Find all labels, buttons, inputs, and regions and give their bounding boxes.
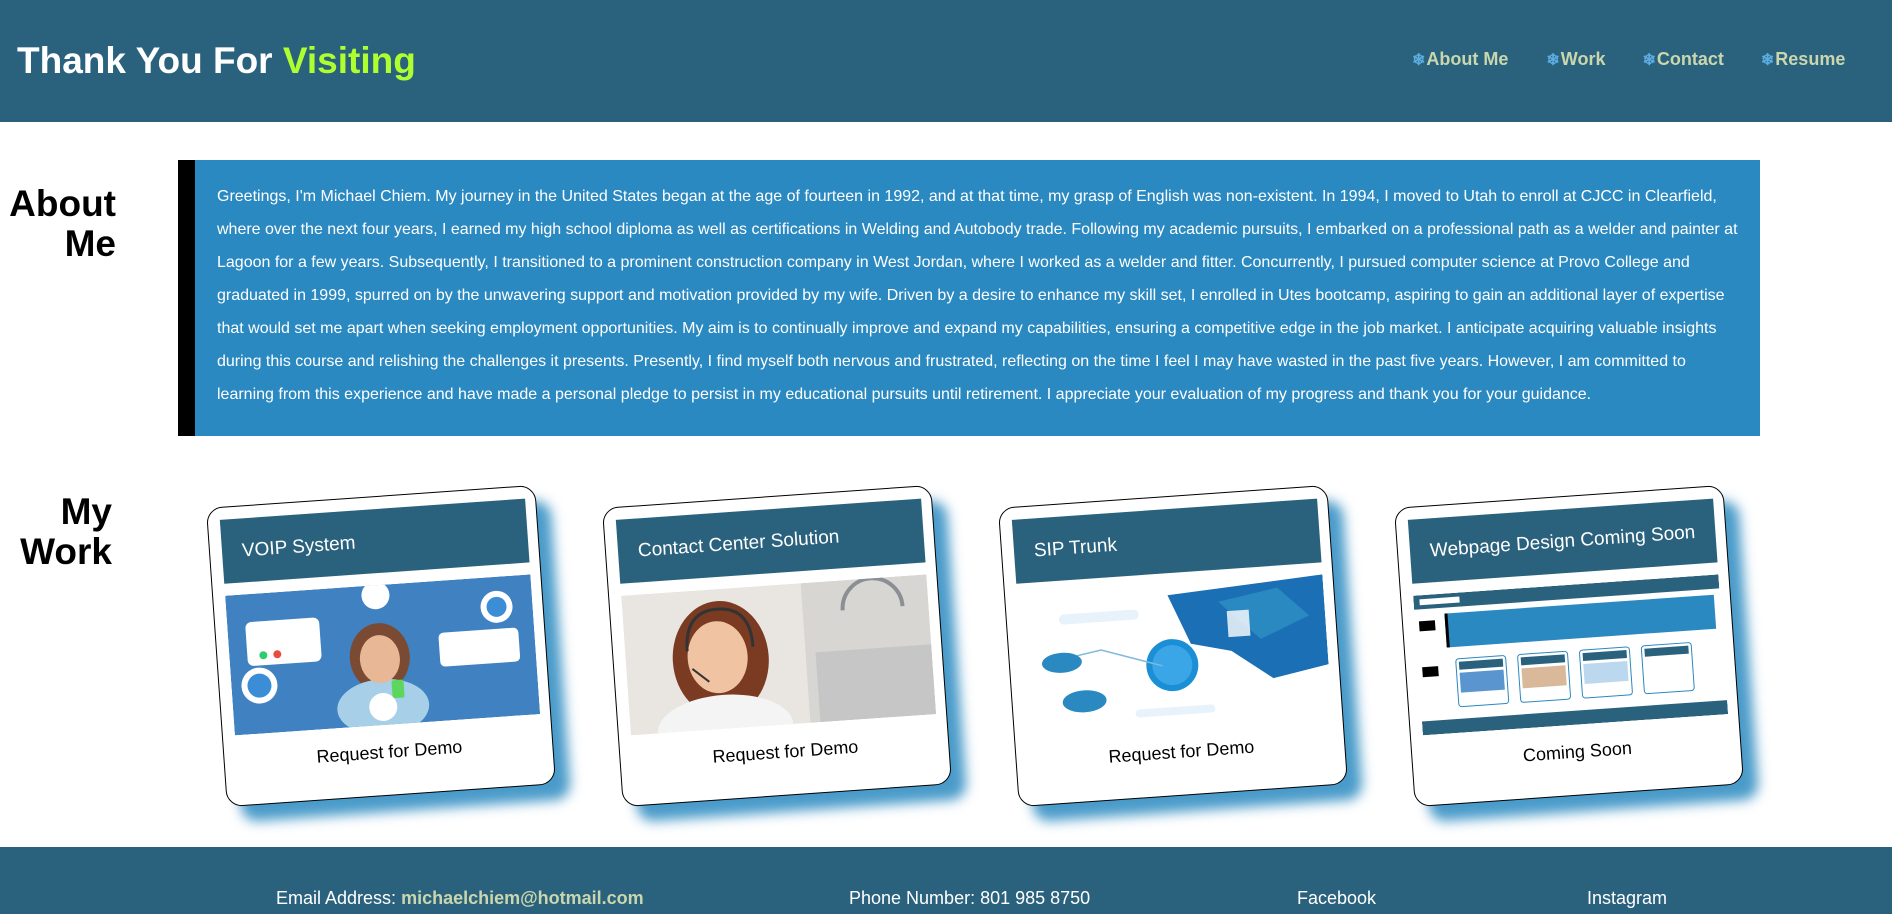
snowflake-icon: ❄ <box>1412 51 1426 69</box>
site-footer: Email Address: michaelchiem@hotmail.com … <box>0 847 1892 914</box>
sip-trunk-image <box>1017 574 1333 736</box>
about-paragraph: Greetings, I'm Michael Chiem. My journey… <box>217 188 1738 403</box>
site-title-prefix: Thank You For <box>17 40 283 81</box>
card-footer[interactable]: Request for Demo <box>620 730 951 774</box>
snowflake-icon: ❄ <box>1546 51 1560 69</box>
nav-work[interactable]: ❄ Work <box>1546 49 1605 70</box>
work-heading: My Work <box>0 492 112 572</box>
email-link[interactable]: michaelchiem@hotmail.com <box>401 888 644 908</box>
work-heading-line2: Work <box>20 531 112 572</box>
card-title: Contact Center Solution <box>615 498 926 584</box>
nav-contact[interactable]: ❄ Contact <box>1642 49 1723 70</box>
email-label: Email Address: <box>276 888 402 908</box>
facebook-link[interactable]: Facebook <box>1297 888 1376 909</box>
instagram-link[interactable]: Instagram <box>1587 888 1667 909</box>
main-nav: ❄ About Me ❄ Work ❄ Contact ❄ Resume <box>1410 49 1845 70</box>
footer-phone: Phone Number: 801 985 8750 <box>849 888 1091 908</box>
contact-center-image <box>621 574 937 736</box>
card-footer[interactable]: Request for Demo <box>224 730 555 774</box>
work-card-webpage-design[interactable]: Webpage Design Coming Soon Coming Soon <box>1393 484 1745 808</box>
nav-about-me-label: About Me <box>1426 49 1509 69</box>
site-title-accent: Visiting <box>282 40 416 81</box>
nav-resume-label: Resume <box>1775 49 1846 69</box>
work-heading-line1: My <box>60 491 112 532</box>
webpage-preview-image <box>1413 574 1729 736</box>
about-heading-line1: About <box>9 183 116 224</box>
work-card-sip-trunk[interactable]: SIP Trunk Request for Demo <box>997 484 1349 808</box>
snowflake-icon: ❄ <box>1760 51 1775 69</box>
nav-contact-label: Contact <box>1656 49 1724 69</box>
card-title: SIP Trunk <box>1011 498 1322 584</box>
footer-email: Email Address: michaelchiem@hotmail.com <box>276 888 644 909</box>
nav-work-label: Work <box>1560 49 1606 69</box>
voip-image <box>225 574 541 736</box>
work-card-contact-center[interactable]: Contact Center Solution Request for Demo <box>601 484 953 808</box>
card-footer[interactable]: Request for Demo <box>1016 730 1347 774</box>
about-heading: About Me <box>0 184 116 264</box>
card-title: VOIP System <box>219 498 530 584</box>
nav-about-me[interactable]: ❄ About Me <box>1412 49 1508 70</box>
site-header: Thank You For Visiting ❄ About Me ❄ Work ❄… <box>0 0 1892 122</box>
card-footer[interactable]: Coming Soon <box>1412 730 1743 774</box>
nav-resume[interactable]: ❄ Resume <box>1761 49 1845 70</box>
work-card-voip[interactable]: VOIP System Request for Demo <box>205 484 557 808</box>
snowflake-icon: ❄ <box>1642 51 1656 69</box>
card-title: Webpage Design Coming Soon <box>1407 498 1718 584</box>
site-title: Thank You For Visiting <box>17 40 416 82</box>
about-heading-line2: Me <box>64 223 116 264</box>
about-text-box: Greetings, I'm Michael Chiem. My journey… <box>178 160 1760 436</box>
